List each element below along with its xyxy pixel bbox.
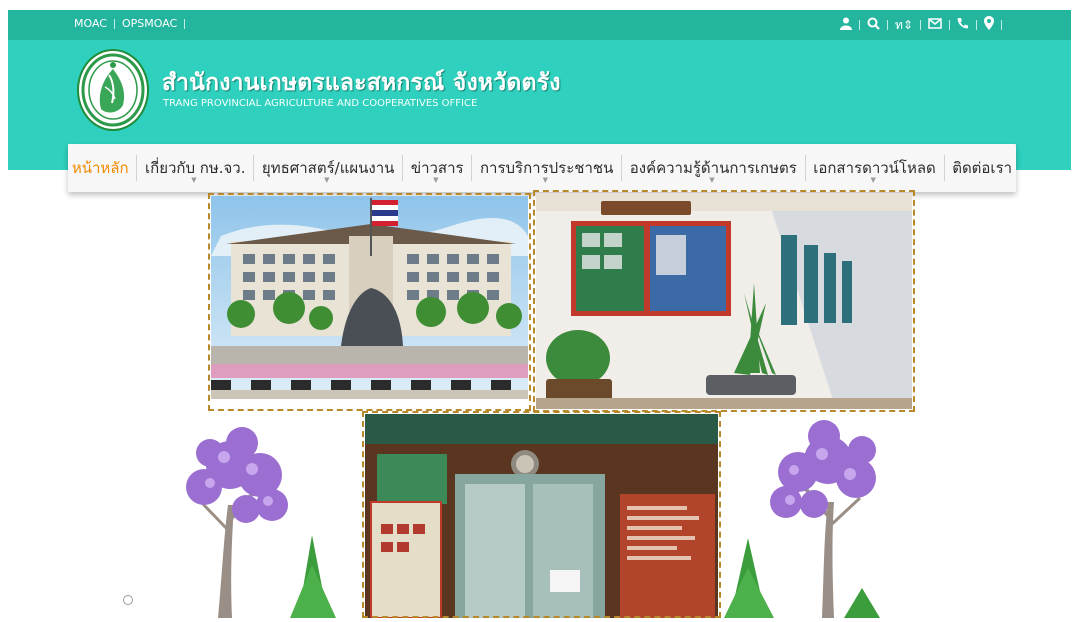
user-icon[interactable] — [840, 17, 853, 34]
nav-divider — [621, 155, 623, 181]
phone-icon[interactable] — [957, 17, 969, 33]
nav-label: หน้าหลัก — [71, 159, 129, 177]
nav-divider — [943, 155, 945, 181]
mail-icon[interactable] — [928, 17, 942, 33]
decorative-tree-left — [180, 425, 360, 618]
site-subtitle: TRANG PROVINCIAL AGRICULTURE AND COOPERA… — [163, 98, 478, 109]
caret-down-icon: ▼ — [191, 176, 197, 184]
nav-divider — [804, 155, 806, 181]
divider — [113, 18, 115, 29]
moac-link[interactable]: MOAC — [74, 17, 107, 30]
nav-item-news[interactable]: ข่าวสาร ▼ — [411, 144, 464, 192]
divider — [184, 18, 186, 29]
nav-item-knowledge[interactable]: องค์ความรู้ด้านการเกษตร ▼ — [630, 144, 797, 192]
caret-down-icon: ▼ — [542, 176, 549, 184]
opsmoac-link[interactable]: OPSMOAC — [122, 17, 177, 30]
nav-label: ติดต่อเรา — [952, 159, 1013, 177]
nav-item-downloads[interactable]: เอกสารดาวน์โหลด ▼ — [813, 144, 936, 192]
photo-frame — [208, 193, 531, 411]
search-icon[interactable] — [867, 17, 880, 34]
caret-down-icon: ▼ — [324, 176, 330, 184]
divider — [976, 20, 977, 30]
divider — [859, 20, 861, 30]
decorative-tree-right — [724, 420, 904, 618]
divider — [949, 20, 950, 30]
nav-item-strategy[interactable]: ยุทธศาสตร์/แผนงาน ▼ — [262, 144, 395, 192]
caret-down-icon: ▼ — [709, 176, 715, 184]
nav-divider — [471, 155, 473, 181]
nav-item-contact[interactable]: ติดต่อเรา — [952, 144, 1012, 192]
top-utility-bar: MOAC OPSMOAC ท⇕ — [8, 10, 1071, 40]
photo-frame — [362, 411, 721, 618]
site-title: สำนักงานเกษตรและสหกรณ์ จังหวัดตรัง — [162, 70, 561, 96]
top-links: MOAC OPSMOAC — [74, 17, 192, 30]
nav-item-public-service[interactable]: การบริการประชาชน ▼ — [480, 144, 613, 192]
agency-logo[interactable] — [77, 49, 149, 131]
slider-dot[interactable] — [123, 595, 133, 605]
nav-divider — [136, 155, 138, 181]
divider — [1001, 20, 1002, 30]
nav-divider — [402, 155, 404, 181]
caret-down-icon: ▼ — [870, 176, 876, 184]
nav-item-about[interactable]: เกี่ยวกับ กษ.จว. ▼ — [145, 144, 246, 192]
divider — [920, 20, 921, 30]
language-switch-button[interactable]: ท⇕ — [895, 17, 913, 33]
caret-down-icon: ▼ — [433, 176, 439, 184]
map-marker-icon[interactable] — [984, 16, 994, 34]
photo-frame — [533, 190, 915, 412]
nav-item-home[interactable]: หน้าหลัก — [72, 144, 129, 192]
nav-divider — [253, 155, 255, 181]
top-tools: ท⇕ — [840, 16, 1009, 34]
divider — [887, 20, 889, 30]
main-nav: หน้าหลัก เกี่ยวกับ กษ.จว. ▼ ยุทธศาสตร์/แ… — [68, 144, 1016, 192]
